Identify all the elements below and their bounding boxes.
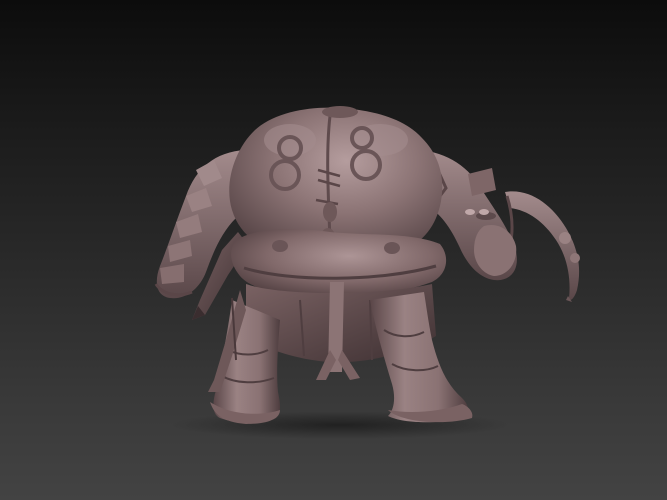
orc-model[interactable]: [154, 106, 580, 424]
sculpt-viewport[interactable]: [0, 0, 667, 500]
neck-stump: [322, 106, 358, 118]
sculpt-canvas[interactable]: [0, 0, 667, 500]
bone-claw[interactable]: [505, 191, 580, 302]
right-leg[interactable]: [370, 292, 473, 423]
